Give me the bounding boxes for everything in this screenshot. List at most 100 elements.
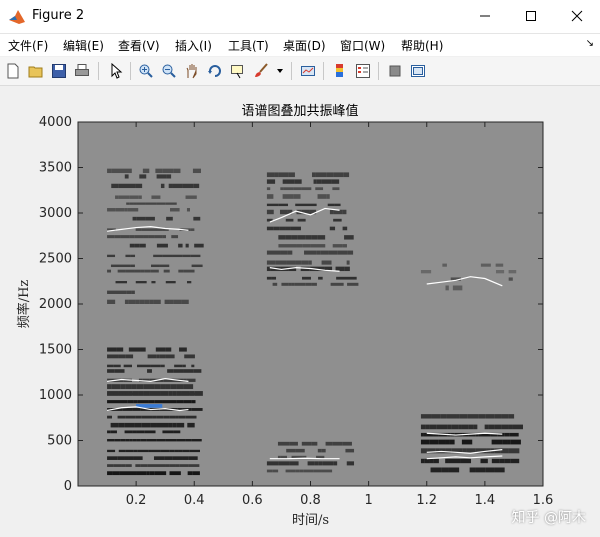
spectrogram-cell — [301, 260, 309, 265]
spectrogram-cell — [162, 400, 167, 404]
close-icon[interactable] — [554, 0, 600, 32]
menu-view[interactable]: 查看(V) — [118, 37, 160, 54]
spectrogram-cell — [321, 179, 332, 184]
save-icon[interactable] — [49, 61, 69, 81]
spectrogram-cell — [146, 228, 157, 231]
spectrogram-cell — [317, 194, 327, 199]
zoom-in-icon[interactable] — [136, 61, 156, 81]
menu-bar: 文件(F) 编辑(E) 查看(V) 插入(I) 工具(T) 桌面(D) 窗口(W… — [0, 34, 600, 56]
legend-icon[interactable] — [353, 61, 373, 81]
spectrogram-cell — [302, 276, 311, 280]
brush-icon[interactable] — [251, 61, 271, 81]
spectrogram-cell — [178, 243, 183, 248]
spectrogram-cell — [314, 461, 319, 466]
spectrogram-cell — [174, 364, 183, 368]
spectrogram-cell — [508, 424, 513, 430]
spectrogram-cell — [425, 424, 430, 430]
spectrogram-cell — [110, 430, 117, 434]
spectrogram-cell — [508, 448, 520, 454]
spectrogram-cell — [183, 269, 195, 273]
menu-overflow-arrow[interactable]: ↘ — [586, 38, 594, 49]
link-plot-icon[interactable] — [298, 61, 318, 81]
spectrogram-cell — [107, 415, 112, 419]
spectrogram-cell — [156, 438, 166, 442]
minimize-icon[interactable] — [462, 0, 508, 32]
spectrogram-cell — [333, 461, 338, 466]
spectrogram-cell — [337, 250, 348, 255]
spectrogram-cell — [116, 347, 124, 352]
spectrogram-cell — [165, 464, 170, 467]
toolbar-separator — [98, 62, 99, 80]
spectrogram-cell — [176, 438, 186, 442]
spectrogram-cell — [114, 235, 121, 239]
spectrogram-cell — [107, 347, 117, 352]
spectrogram-cell — [347, 250, 354, 255]
spectrogram-cell — [190, 254, 201, 258]
spectrogram-cell — [125, 464, 132, 467]
spectrogram-cell — [151, 264, 160, 268]
spectrogram-cell — [293, 194, 301, 199]
spectrogram-cell — [315, 172, 327, 178]
pan-icon[interactable] — [182, 61, 202, 81]
spectrogram-cell — [159, 354, 166, 359]
show-tools-icon[interactable] — [408, 61, 428, 81]
spectrogram-cell — [290, 226, 301, 231]
spectrogram-cell — [168, 391, 173, 396]
spectrogram-cell — [266, 260, 276, 265]
menu-insert[interactable]: 插入(I) — [175, 37, 212, 54]
data-cursor-icon[interactable] — [228, 61, 248, 81]
spectrogram-cell — [458, 424, 462, 430]
colorbar-icon[interactable] — [330, 61, 350, 81]
spectrogram-cell — [132, 408, 141, 411]
spectrogram-cell — [447, 424, 452, 430]
spectrogram-plot[interactable]: 0 500 1000 1500 2000 2500 3000 3500 4000 0.2 0.4 0.… — [0, 86, 600, 537]
spectrogram-cell — [299, 469, 304, 473]
spectrogram-cell — [153, 299, 161, 304]
y-tick-label: 2000 — [39, 297, 72, 312]
hide-tools-icon[interactable] — [385, 61, 405, 81]
brush-dropdown-icon[interactable] — [274, 61, 286, 81]
spectrogram-cell — [191, 264, 203, 268]
y-tick-label: 1500 — [39, 343, 72, 358]
maximize-icon[interactable] — [508, 0, 554, 32]
spectrogram-cell — [266, 250, 278, 255]
spectrogram-cell — [188, 392, 197, 395]
print-icon[interactable] — [72, 61, 92, 81]
rotate-3d-icon[interactable] — [205, 61, 225, 81]
spectrogram-cell — [333, 172, 344, 178]
spectrogram-cell — [307, 461, 315, 466]
zoom-out-icon[interactable] — [159, 61, 179, 81]
menu-tools[interactable]: 工具(T) — [228, 37, 269, 54]
figure-canvas[interactable]: 语谱图叠加共振峰值 0 500 1000 1500 2000 2500 3000 3500 40… — [0, 86, 600, 537]
spectrogram-cell — [127, 208, 139, 212]
spectrogram-cell — [107, 471, 113, 476]
new-figure-icon[interactable] — [3, 61, 23, 81]
menu-desktop[interactable]: 桌面(D) — [283, 37, 326, 54]
spectrogram-cell — [172, 391, 177, 396]
spectrogram-cell — [294, 282, 306, 286]
spectrogram-cell — [129, 202, 134, 205]
window-titlebar: Figure 2 — [0, 0, 600, 34]
menu-window[interactable]: 窗口(W) — [340, 37, 385, 54]
spectrogram-cell — [166, 216, 173, 221]
spectrogram-cell — [346, 260, 350, 265]
spectrogram-cell — [165, 354, 175, 359]
menu-file[interactable]: 文件(F) — [8, 37, 48, 54]
spectrogram-cell — [117, 400, 128, 404]
spectrogram-cell — [107, 254, 116, 258]
spectrogram-cell — [124, 208, 128, 212]
spectrogram-cell — [165, 438, 177, 442]
x-tick-label: 1 — [364, 493, 372, 508]
spectrogram-cell — [123, 364, 132, 368]
menu-edit[interactable]: 编辑(E) — [63, 37, 104, 54]
open-file-icon[interactable] — [26, 61, 46, 81]
spectrogram-cell — [136, 384, 144, 390]
pointer-icon[interactable] — [106, 61, 126, 81]
spectrogram-cell — [305, 282, 312, 286]
spectrogram-cell — [491, 458, 500, 464]
menu-help[interactable]: 帮助(H) — [401, 37, 443, 54]
spectrogram-cell — [156, 174, 167, 179]
spectrogram-cell — [438, 439, 446, 445]
spectrogram-cell — [160, 364, 165, 368]
x-axis-label: 时间/s — [292, 513, 329, 528]
